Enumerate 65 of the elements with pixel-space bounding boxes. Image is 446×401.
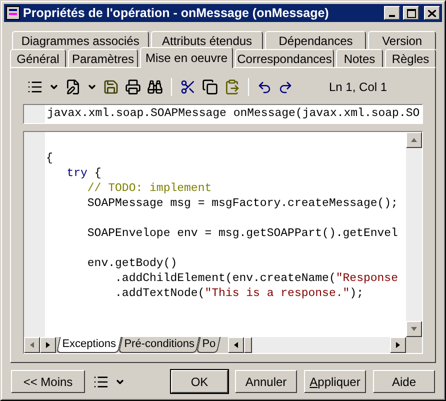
scroll-thumb[interactable]	[244, 337, 252, 353]
tab[interactable]: Attributs étendus	[150, 31, 264, 49]
left-arrow-icon	[233, 341, 239, 349]
copy-icon[interactable]	[202, 79, 218, 95]
dropdown-icon[interactable]	[49, 82, 59, 92]
sheet-tab[interactable]: Pré-conditions	[118, 337, 200, 353]
tab[interactable]: Général	[10, 49, 66, 67]
list-icon[interactable]	[27, 79, 43, 95]
tab[interactable]: Notes	[336, 49, 383, 67]
code-line: // TODO: implement	[86, 181, 212, 196]
scroll-up-button[interactable]	[406, 132, 422, 148]
cancel-button[interactable]: Annuler	[235, 370, 297, 393]
code-line: env.getBody()	[86, 256, 178, 271]
list-icon[interactable]	[93, 374, 109, 390]
field-gutter	[24, 105, 45, 123]
paste-icon[interactable]	[224, 79, 240, 95]
tab[interactable]: Version	[368, 31, 436, 49]
ok-button[interactable]: OK	[171, 370, 228, 393]
save-icon[interactable]	[103, 79, 119, 95]
right-arrow-icon	[395, 341, 401, 349]
left-arrow-icon	[29, 341, 35, 349]
vertical-scrollbar[interactable]	[406, 132, 422, 337]
signature-field[interactable]: javax.xml.soap.SOAPMessage onMessage(javax.xml.soap.SO	[23, 104, 423, 124]
tab[interactable]: Correspondances	[235, 49, 334, 67]
tab[interactable]: Règles	[385, 49, 436, 67]
minimize-button[interactable]	[384, 6, 400, 20]
up-arrow-icon	[410, 137, 418, 143]
dropdown-icon[interactable]	[87, 82, 97, 92]
code-line: {	[46, 151, 53, 166]
help-button[interactable]: Aide	[373, 370, 435, 393]
code-line: .addChildElement(env.createName("Response	[114, 271, 398, 286]
tab[interactable]: Diagrammes associés	[12, 31, 149, 49]
less-button[interactable]: << Moins	[11, 370, 85, 393]
tab[interactable]: Mise en oeuvre	[140, 47, 233, 68]
edit-icon[interactable]	[65, 79, 81, 95]
find-icon[interactable]	[147, 79, 163, 95]
code-line: SOAPMessage msg = msgFactory.createMessage();	[86, 196, 398, 211]
down-arrow-icon	[410, 326, 418, 332]
redo-icon[interactable]	[278, 80, 293, 94]
close-icon	[428, 10, 436, 16]
undo-icon[interactable]	[257, 80, 272, 94]
code-line: SOAPEnvelope env = msg.getSOAPPart().getEnvel	[86, 226, 398, 241]
print-icon[interactable]	[125, 79, 141, 95]
tab-scroll-right-button[interactable]	[40, 337, 56, 353]
minimize-icon	[389, 15, 395, 17]
scroll-down-button[interactable]	[406, 321, 422, 337]
right-arrow-icon	[45, 341, 51, 349]
cursor-position: Ln 1, Col 1	[329, 79, 388, 96]
window-title: Propriétés de l'opération - onMessage (onMessage)	[23, 4, 330, 22]
close-button[interactable]	[424, 6, 440, 20]
maximize-icon	[406, 8, 416, 18]
sheet-tab[interactable]: Exceptions	[56, 337, 122, 353]
code-line: try {	[66, 166, 102, 181]
scroll-right-button[interactable]	[390, 337, 406, 353]
tab[interactable]: Dépendances	[265, 31, 366, 49]
code-editor[interactable]	[23, 131, 423, 354]
maximize-button[interactable]	[403, 6, 419, 20]
tab-scroll-left-button[interactable]	[24, 337, 40, 353]
sheet-tab[interactable]: Po	[196, 337, 222, 353]
apply-button[interactable]: Appliquer	[304, 370, 366, 393]
tab[interactable]: Paramètres	[68, 49, 138, 67]
code-line: .addTextNode("This is a response.");	[114, 286, 364, 301]
scroll-left-button[interactable]	[228, 337, 244, 353]
window-icon	[6, 6, 20, 20]
cut-icon[interactable]	[180, 79, 196, 95]
